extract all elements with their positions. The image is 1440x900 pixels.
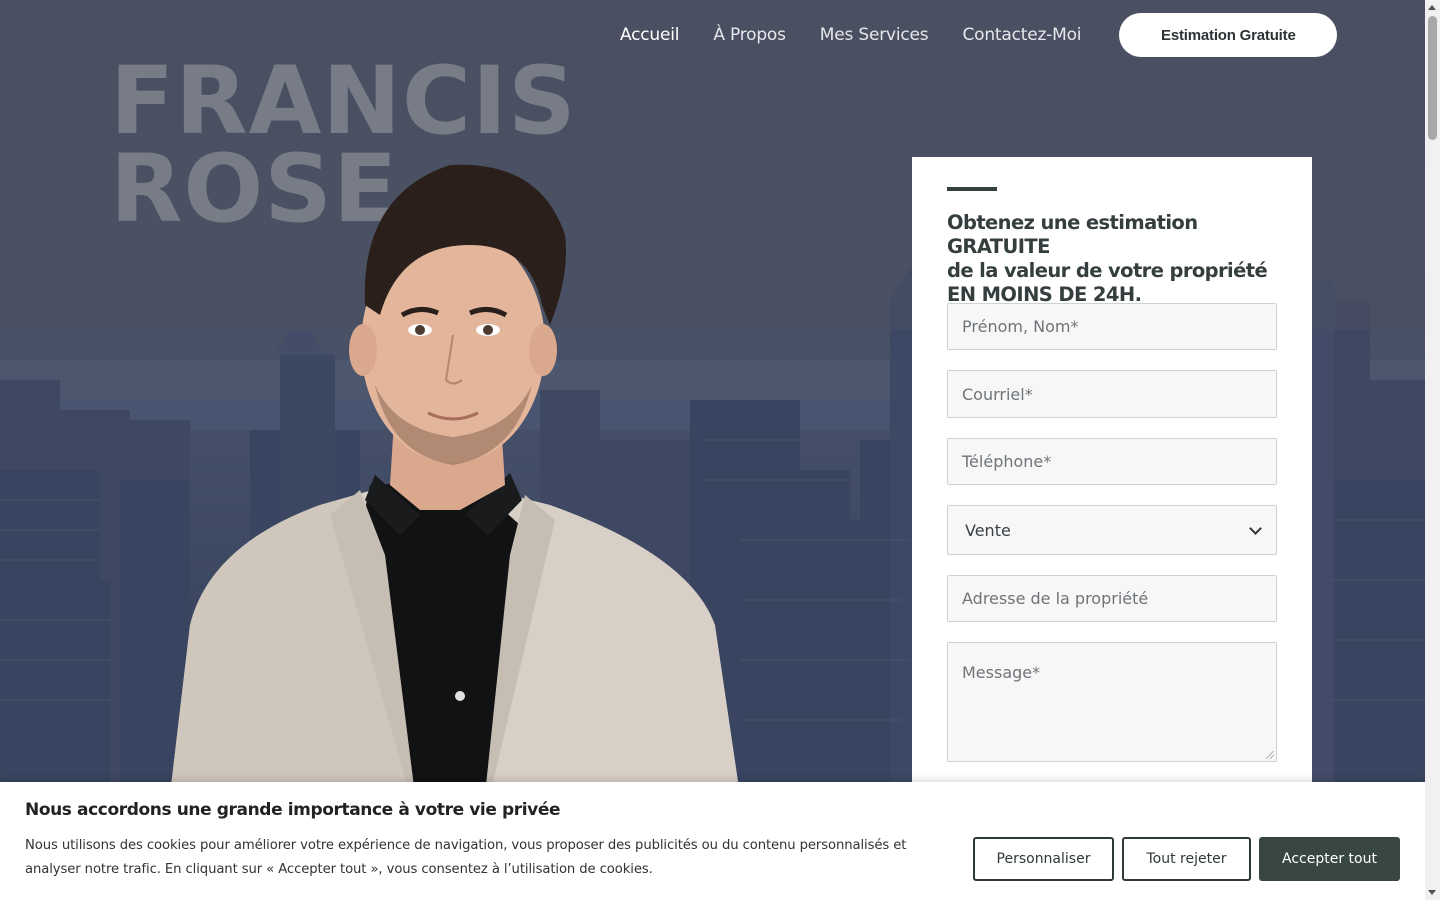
message-placeholder: Message* — [962, 663, 1041, 682]
chevron-down-icon — [1249, 521, 1262, 535]
page-scrollbar[interactable] — [1425, 0, 1440, 900]
cookie-consent-banner: Nous accordons une grande importance à v… — [0, 782, 1425, 900]
transaction-type-value: Vente — [965, 520, 1011, 540]
estimation-form-card: Obtenez une estimation GRATUITE de la va… — [912, 157, 1312, 807]
phone-field[interactable]: Téléphone* — [947, 438, 1277, 485]
resize-handle-icon[interactable] — [1266, 751, 1274, 759]
phone-field-placeholder: Téléphone* — [962, 452, 1052, 471]
address-field[interactable]: Adresse de la propriété — [947, 575, 1277, 622]
form-heading-line-2: de la valeur de votre propriété — [947, 259, 1268, 282]
estimation-gratuite-button[interactable]: Estimation Gratuite — [1119, 13, 1338, 57]
main-navigation: Accueil À Propos Mes Services Contactez-… — [620, 13, 1338, 57]
nav-link-a-propos[interactable]: À Propos — [713, 25, 786, 45]
scrollbar-thumb[interactable] — [1428, 16, 1437, 140]
transaction-type-select[interactable]: Vente — [947, 505, 1277, 555]
heading-accent-rule — [947, 187, 997, 191]
nav-link-accueil[interactable]: Accueil — [620, 25, 680, 45]
nav-link-contactez-moi[interactable]: Contactez-Moi — [962, 25, 1081, 45]
cookie-title: Nous accordons une grande importance à v… — [25, 800, 561, 820]
accept-all-button[interactable]: Accepter tout — [1259, 837, 1400, 881]
message-textarea[interactable]: Message* — [947, 642, 1277, 762]
email-field[interactable]: Courriel* — [947, 370, 1277, 418]
scroll-up-arrow-icon[interactable] — [1428, 5, 1436, 10]
agent-portrait-image — [170, 164, 740, 795]
form-heading: Obtenez une estimation GRATUITE de la va… — [947, 211, 1287, 307]
cookie-text: Nous utilisons des cookies pour améliore… — [25, 838, 907, 877]
hero-name-first: FRANCIS — [110, 47, 577, 156]
email-field-placeholder: Courriel* — [962, 384, 1033, 404]
customize-cookies-button[interactable]: Personnaliser — [973, 837, 1114, 881]
address-field-placeholder: Adresse de la propriété — [962, 589, 1149, 608]
name-field-placeholder: Prénom, Nom* — [962, 317, 1079, 336]
name-field[interactable]: Prénom, Nom* — [947, 303, 1277, 350]
form-heading-line-1: Obtenez une estimation GRATUITE — [947, 211, 1198, 258]
nav-link-mes-services[interactable]: Mes Services — [820, 25, 929, 45]
scroll-down-arrow-icon[interactable] — [1428, 890, 1436, 895]
reject-all-button[interactable]: Tout rejeter — [1122, 837, 1251, 881]
